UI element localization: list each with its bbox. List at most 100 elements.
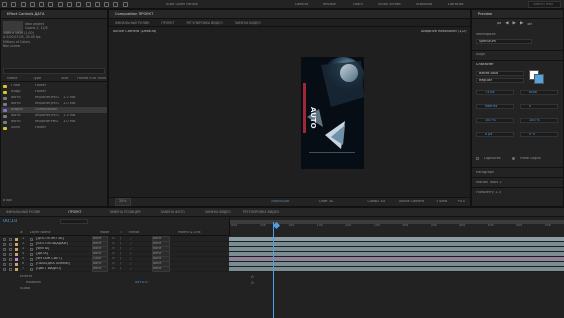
rotation-value[interactable]: 0x+0.0° [135,281,149,284]
paragraph-panel-label[interactable]: Paragraph [476,171,494,175]
workspace-small-screen[interactable]: Small Screen [378,3,401,7]
lock-icon[interactable] [9,237,12,241]
label-color-icon[interactable] [3,126,7,130]
project-tab[interactable]: Effect Controls ДАТА [1,12,50,16]
layer-switches-icon[interactable]: ╱ [130,257,152,260]
clone-tool-icon[interactable] [104,2,110,7]
character-value-field[interactable]: Auto [520,90,558,95]
bpc-label[interactable]: 8 bpc [3,199,12,202]
workspace-learn[interactable]: Learn [353,3,363,7]
character-panel-label[interactable]: Character [476,63,494,67]
property-row[interactable]: Audio [0,286,229,292]
workspace-standard[interactable]: Standard [416,3,432,7]
layer-trkmat-icon[interactable]: ⊘ [112,252,120,255]
timeline-tab-replace-video[interactable]: ЗАМЕНА ВИДЕО [199,210,237,214]
col-size[interactable]: Size [61,77,77,81]
character-value-field[interactable]: 0 [520,104,558,109]
layer-trkmat-icon[interactable]: ⊘ [112,242,120,245]
label-color-icon[interactable] [3,114,7,118]
motion-tools-panel-label[interactable]: Motion Tools 2 [476,181,502,185]
font-style-select[interactable]: Regular [476,78,524,83]
layer-color-icon[interactable] [15,267,18,271]
layer-color-icon[interactable] [15,262,18,266]
camera-tool-icon[interactable] [48,2,54,7]
eraser-tool-icon[interactable] [113,2,119,7]
pen-tool-icon[interactable] [76,2,82,7]
eye-icon[interactable] [3,257,6,261]
layer-color-icon[interactable] [15,252,18,256]
layer-switches-icon[interactable]: ╱ [130,267,152,270]
timeline-tab-adjust-video[interactable]: РЕГУЛИРОВКА ВИДЕО [237,210,285,214]
preview-tab[interactable]: Preview [472,12,498,16]
eye-icon[interactable] [3,267,6,271]
layer-track-bar[interactable] [229,267,564,272]
layer-trkmat-icon[interactable]: ⊘ [112,247,120,250]
comp-tab-project[interactable]: ПРОЕКТ [155,21,180,25]
playhead-line[interactable] [273,222,274,318]
lock-icon[interactable] [9,252,12,256]
comp-tab-final[interactable]: ФИНАЛЬНЫЙ РОЛИК [109,21,155,25]
layer-name[interactable]: [ДАТА] [36,252,92,255]
stroke-color-swatch[interactable] [534,74,544,84]
layer-fx-icon[interactable]: ƒ [120,257,130,260]
prev-frame-icon[interactable]: ◀ [505,21,508,27]
layer-name[interactable]: [ДОСТУПНО ЗА] [36,237,92,240]
layer-name[interactable]: [ОБВОДКА ЛИНИИ] [36,262,92,265]
layer-fx-icon[interactable]: ƒ [120,242,130,245]
timeline-tab-project[interactable]: ПРОЕКТ [62,210,87,214]
play-icon[interactable]: ▶ [513,21,516,27]
workspace-libraries[interactable]: Libraries [448,3,464,7]
composition-viewer-frame[interactable]: AUTO [301,57,364,169]
lock-icon[interactable] [9,267,12,271]
character-value-field[interactable]: 0 px [476,132,514,137]
layer-trkmat-icon[interactable]: ⊘ [112,237,120,240]
col-layer-number[interactable]: # [0,231,30,234]
col-name[interactable]: Name [1,77,33,81]
layer-switches-icon[interactable]: ╱ [130,262,152,265]
timeline-tab-replace-photo[interactable]: ЗАМЕНА ФОТО [154,210,190,214]
workspace-default[interactable]: Default [295,3,308,7]
search-help-input[interactable]: Search Help [528,1,561,8]
layer-search-input[interactable] [60,219,88,224]
project-item[interactable]: Solid Folder [1,125,107,131]
text-tool-icon[interactable] [85,2,91,7]
character-value-field[interactable]: 73 px [476,90,514,95]
layer-name[interactable]: [БЕЗ ПЛОЩАДКИ] [36,242,92,245]
character-value-field[interactable]: 100 % [476,118,514,123]
label-color-icon[interactable] [3,120,7,124]
col-in-point[interactable]: In Point [93,77,106,81]
lock-icon[interactable] [9,242,12,246]
font-family-select[interactable]: Bebas Bold [476,71,524,76]
col-layer-name[interactable]: Layer Name [30,231,100,234]
flowberry-panel-label[interactable]: FlowBerry 1.3 [476,191,501,195]
layer-name[interactable]: [ФУТАЖ СВЕТ] [36,257,92,260]
workspace-review[interactable]: Review [323,3,336,7]
col-t[interactable]: T [120,231,128,234]
layer-color-icon[interactable] [15,242,18,246]
puppet-tool-icon[interactable] [122,2,128,7]
zoom-select[interactable]: 25% [115,198,131,206]
time-ruler[interactable] [229,218,564,236]
pan-tool-icon[interactable] [57,2,63,7]
eye-icon[interactable] [3,247,6,251]
layer-trkmat-icon[interactable]: ⊘ [112,262,120,265]
layer-row[interactable]: 7 [ЦВЕТ ВИДЕО] None ⊘ ƒ ╱ None [0,266,229,272]
label-color-icon[interactable] [3,96,7,100]
timeline-tab-replace-position[interactable]: ЗАМЕНА ПОЗИЦИЯ [103,210,146,214]
selection-tool-icon[interactable] [11,2,17,7]
zoom-tool-icon[interactable] [29,2,35,7]
label-color-icon[interactable] [3,90,7,94]
label-color-icon[interactable] [3,108,7,112]
layer-switches-icon[interactable]: ╱ [130,242,152,245]
first-frame-icon[interactable]: ⏮ [497,21,501,27]
lock-icon[interactable] [9,262,12,266]
layer-name[interactable]: [ЦВЕТ ВИДЕО] [36,267,92,270]
label-color-icon[interactable] [3,84,7,88]
layer-color-icon[interactable] [15,237,18,241]
layer-switches-icon[interactable]: ╱ [130,237,152,240]
brush-tool-icon[interactable] [94,2,100,7]
layer-fx-icon[interactable]: ƒ [120,262,130,265]
comp-tab-replace-video[interactable]: ЗАМЕНА ВИДЕО [229,21,267,25]
layer-parent-select[interactable]: None [152,266,170,272]
project-search-input[interactable] [3,68,105,74]
